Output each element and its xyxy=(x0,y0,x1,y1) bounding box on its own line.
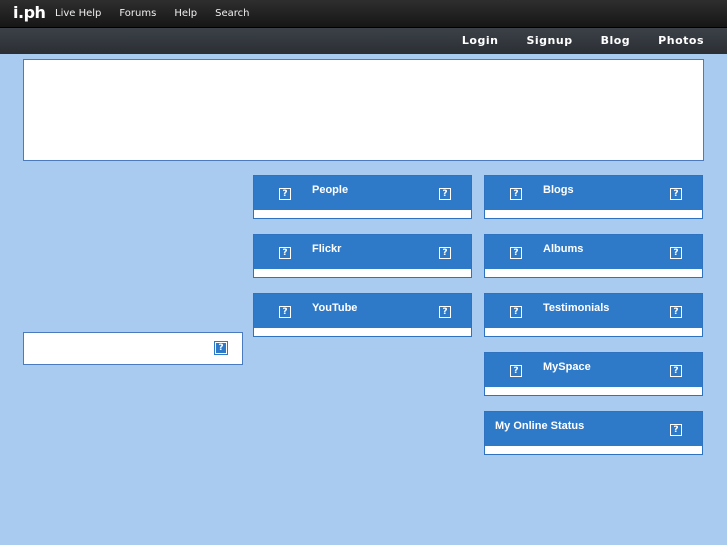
help-icon[interactable]: ? xyxy=(439,306,451,318)
widget-albums: ? Albums ? xyxy=(484,234,703,278)
widget-title[interactable]: Flickr xyxy=(312,243,341,255)
widget-blogs: ? Blogs ? xyxy=(484,175,703,219)
profile-box: ? xyxy=(23,332,243,365)
site-logo[interactable]: i.ph xyxy=(13,3,46,23)
widget-header: ? Blogs ? xyxy=(485,176,702,210)
widget-people: ? People ? xyxy=(253,175,472,219)
help-icon[interactable]: ? xyxy=(670,247,682,259)
widget-title[interactable]: My Online Status xyxy=(495,420,584,432)
widget-header: ? Albums ? xyxy=(485,235,702,269)
nav-search[interactable]: Search xyxy=(215,0,249,27)
help-icon[interactable]: ? xyxy=(670,365,682,377)
widget-header: ? YouTube ? xyxy=(254,294,471,328)
widget-flickr: ? Flickr ? xyxy=(253,234,472,278)
widget-title[interactable]: YouTube xyxy=(312,302,357,314)
sub-bar: Login Signup Blog Photos xyxy=(0,28,727,54)
nav-live-help[interactable]: Live Help xyxy=(55,0,101,27)
help-icon[interactable]: ? xyxy=(214,341,228,355)
help-icon[interactable]: ? xyxy=(510,188,522,200)
nav-forums[interactable]: Forums xyxy=(119,0,156,27)
widget-testimonials: ? Testimonials ? xyxy=(484,293,703,337)
help-icon[interactable]: ? xyxy=(279,306,291,318)
help-icon[interactable]: ? xyxy=(510,306,522,318)
top-bar: i.ph Live Help Forums Help Search xyxy=(0,0,727,28)
help-icon[interactable]: ? xyxy=(510,365,522,377)
widget-header: ? Flickr ? xyxy=(254,235,471,269)
help-icon[interactable]: ? xyxy=(670,424,682,436)
banner-panel xyxy=(23,59,704,161)
login-link[interactable]: Login xyxy=(462,28,499,54)
account-nav: Login Signup Blog Photos xyxy=(434,28,704,54)
widget-title[interactable]: Testimonials xyxy=(543,302,609,314)
widget-header: ? Testimonials ? xyxy=(485,294,702,328)
widget-myspace: ? MySpace ? xyxy=(484,352,703,396)
help-icon[interactable]: ? xyxy=(439,188,451,200)
widget-title[interactable]: MySpace xyxy=(543,361,591,373)
top-nav: Live Help Forums Help Search xyxy=(55,0,268,27)
help-icon[interactable]: ? xyxy=(510,247,522,259)
widget-youtube: ? YouTube ? xyxy=(253,293,472,337)
help-icon[interactable]: ? xyxy=(279,247,291,259)
help-icon[interactable]: ? xyxy=(670,306,682,318)
blog-link[interactable]: Blog xyxy=(601,28,631,54)
widget-header: ? People ? xyxy=(254,176,471,210)
widget-title[interactable]: People xyxy=(312,184,348,196)
widget-online-status: My Online Status ? xyxy=(484,411,703,455)
widget-header: ? MySpace ? xyxy=(485,353,702,387)
help-icon[interactable]: ? xyxy=(439,247,451,259)
widget-title[interactable]: Albums xyxy=(543,243,583,255)
widget-title[interactable]: Blogs xyxy=(543,184,574,196)
help-icon[interactable]: ? xyxy=(670,188,682,200)
widget-header: My Online Status ? xyxy=(485,412,702,446)
nav-help[interactable]: Help xyxy=(174,0,197,27)
help-icon[interactable]: ? xyxy=(279,188,291,200)
photos-link[interactable]: Photos xyxy=(658,28,704,54)
signup-link[interactable]: Signup xyxy=(526,28,572,54)
